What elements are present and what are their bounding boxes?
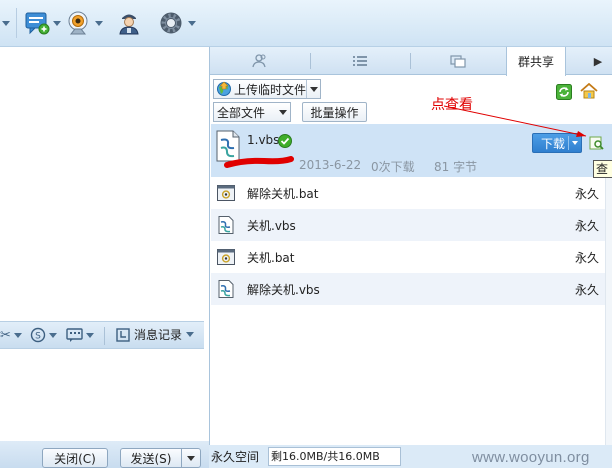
file-row[interactable]: 关机.bat 永久 (211, 241, 612, 273)
file-expiry: 永久 (575, 186, 600, 201)
toolbar-prev-dropdown[interactable] (0, 8, 10, 38)
home-icon[interactable] (580, 83, 598, 99)
scrollbar[interactable] (605, 177, 612, 445)
tab-list[interactable] (310, 47, 410, 75)
main-toolbar (0, 0, 612, 47)
chevron-right-icon: ▶ (593, 54, 603, 68)
chat-input-toolbar: ✂ S 消息记录 (0, 321, 204, 349)
emoticon-icon: S (30, 327, 46, 343)
file-name: 关机.vbs (247, 218, 296, 233)
quota-readout: 剩16.0MB/共16.0MB (268, 447, 401, 466)
batch-file-icon (217, 249, 235, 265)
toolbar-chat-button[interactable] (24, 8, 61, 38)
send-options-dropdown[interactable] (181, 448, 201, 468)
batch-label: 批量操作 (310, 105, 359, 120)
annotation-arrow (443, 105, 587, 137)
close-button[interactable]: 关闭(C) (42, 448, 108, 468)
send-button[interactable]: 发送(S) (120, 448, 182, 468)
history-button[interactable]: 消息记录 (116, 326, 195, 343)
space-label: 永久空间 (211, 450, 260, 464)
file-name: 关机.bat (247, 250, 295, 265)
file-expiry: 永久 (575, 250, 600, 265)
toolbar-contact-button[interactable] (116, 8, 142, 38)
chat-input-field[interactable] (0, 349, 204, 441)
batch-file-icon (217, 185, 235, 201)
toolbar-settings-button[interactable] (157, 8, 196, 38)
file-filter-select[interactable]: 全部文件 (213, 102, 291, 122)
selected-file-size: 81 字节 (434, 160, 478, 174)
list-icon (353, 56, 367, 66)
side-panel-tabs: 群共享 ▶ (210, 47, 612, 76)
members-icon (252, 54, 266, 68)
selected-file-name: 1.vbs (247, 133, 280, 147)
tab-windows[interactable] (410, 47, 506, 75)
file-row[interactable]: 解除关机.bat 永久 (211, 177, 612, 209)
check-icon (278, 134, 292, 148)
file-row[interactable]: 关机.vbs 永久 (211, 209, 612, 241)
emoticon-button[interactable]: S (30, 327, 57, 343)
preview-tooltip: 查看 (593, 160, 612, 178)
file-row[interactable]: 解除关机.vbs 永久 (211, 273, 612, 305)
tab-members[interactable] (210, 47, 310, 75)
gear-icon (160, 12, 182, 34)
file-name: 解除关机.bat (247, 186, 319, 201)
tab-group-share-label: 群共享 (517, 55, 554, 69)
file-name: 解除关机.vbs (247, 282, 320, 297)
contact-card-icon (119, 14, 139, 35)
svg-text:S: S (35, 332, 41, 342)
selected-file-downloads: 0次下载 (371, 160, 415, 174)
red-underline-mark (224, 156, 294, 168)
upload-temp-file-button[interactable]: 上传临时文件 (213, 79, 321, 99)
toolbar-video-button[interactable] (66, 8, 103, 38)
message-icon (66, 328, 83, 342)
selected-file-date: 2013-6-22 (299, 158, 362, 172)
watermark-text: www.wooyun.org (472, 449, 590, 466)
tab-more[interactable]: ▶ (588, 47, 608, 75)
refresh-icon[interactable] (556, 84, 572, 100)
history-label: 消息记录 (134, 328, 183, 342)
scissors-icon: ✂ (0, 328, 11, 343)
file-filter-value: 全部文件 (217, 105, 266, 120)
chat-add-icon (25, 12, 50, 35)
windows-icon (450, 54, 466, 68)
webcam-icon (68, 11, 88, 35)
scissors-button[interactable]: ✂ (0, 328, 22, 343)
file-expiry: 永久 (575, 218, 600, 233)
tab-group-share[interactable]: 群共享 (506, 47, 566, 76)
history-icon (116, 327, 130, 342)
globe-upload-icon (217, 81, 231, 96)
batch-operation-button[interactable]: 批量操作 (302, 102, 367, 122)
chevron-down-icon (187, 455, 195, 461)
script-file-icon (218, 280, 234, 298)
script-file-icon (218, 216, 234, 234)
file-expiry: 永久 (575, 282, 600, 297)
upload-label: 上传临时文件 (234, 82, 307, 97)
screenshot-button[interactable] (66, 327, 94, 343)
